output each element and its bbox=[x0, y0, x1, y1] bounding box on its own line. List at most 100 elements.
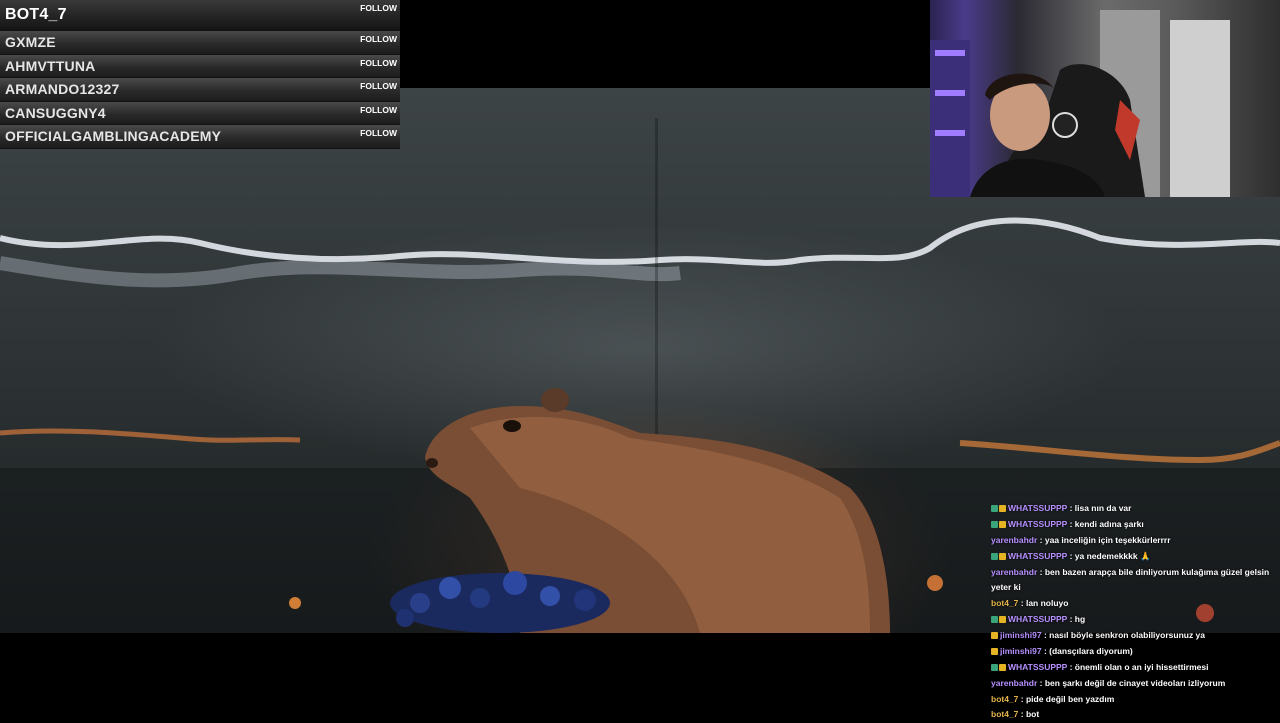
chat-message: WHATSSUPPP : ya nedemekkkk 🙏 bbox=[991, 549, 1276, 565]
chat-text: pide değil ben yazdım bbox=[1025, 693, 1115, 704]
follower-row: BOT4_7 FOLLOW bbox=[0, 0, 400, 31]
follow-button[interactable]: FOLLOW bbox=[360, 34, 397, 44]
chat-separator: : bbox=[1018, 598, 1026, 609]
chat-separator: : bbox=[1037, 566, 1045, 577]
follower-row: AHMVTTUNA FOLLOW bbox=[0, 54, 400, 78]
chat-username[interactable]: yarenbahdr bbox=[991, 678, 1037, 688]
follower-name: CANSUGGNY4 bbox=[5, 104, 106, 121]
chat-username[interactable]: jiminshi97 bbox=[1000, 630, 1042, 640]
chat-message: WHATSSUPPP : hg bbox=[991, 612, 1276, 628]
chat-badges bbox=[991, 628, 999, 644]
chat-username[interactable]: WHATSSUPPP bbox=[1008, 503, 1067, 513]
light-streak-orange-right bbox=[959, 440, 1280, 464]
chat-badges bbox=[991, 549, 1007, 565]
spark bbox=[289, 597, 301, 609]
chat-separator: : bbox=[1018, 709, 1026, 720]
chat-separator: : bbox=[1067, 503, 1075, 514]
chat-badges bbox=[991, 660, 1007, 676]
chat-separator: : bbox=[1018, 693, 1026, 704]
crown-badge-icon bbox=[999, 552, 1006, 560]
crown-badge-icon bbox=[991, 632, 998, 640]
chat-message: bot4_7 : pide değil ben yazdım bbox=[991, 692, 1276, 708]
moderator-badge-icon bbox=[991, 521, 998, 529]
light-streak-glow bbox=[0, 256, 681, 288]
chat-username[interactable]: WHATSSUPPP bbox=[1008, 614, 1067, 624]
light-streak-top bbox=[0, 217, 1280, 266]
chat-text: ben şarkı değil de cinayet videoları izl… bbox=[1044, 677, 1226, 688]
chat-username[interactable]: WHATSSUPPP bbox=[1008, 662, 1067, 672]
chat-separator: : bbox=[1037, 677, 1045, 688]
chat-text: yaa inceliğin için teşekkürlerrrr bbox=[1044, 534, 1171, 545]
wall-divider bbox=[655, 118, 658, 478]
chat-username[interactable]: WHATSSUPPP bbox=[1008, 519, 1067, 529]
chat-separator: : bbox=[1067, 550, 1075, 561]
chat-username[interactable]: jiminshi97 bbox=[1000, 646, 1042, 656]
spark bbox=[927, 575, 943, 591]
follower-row: CANSUGGNY4 FOLLOW bbox=[0, 101, 400, 125]
chat-message: WHATSSUPPP : kendi adına şarkı bbox=[991, 517, 1276, 533]
cabinet bbox=[1170, 20, 1230, 197]
chat-username[interactable]: yarenbahdr bbox=[991, 567, 1037, 577]
chat-text: lan noluyo bbox=[1025, 598, 1069, 609]
chat-username[interactable]: bot4_7 bbox=[991, 598, 1018, 608]
crown-badge-icon bbox=[999, 505, 1006, 513]
follower-list: BOT4_7 FOLLOW GXMZE FOLLOW AHMVTTUNA FOL… bbox=[0, 0, 400, 149]
chat-username[interactable]: bot4_7 bbox=[991, 709, 1018, 719]
chat-username[interactable]: yarenbahdr bbox=[991, 535, 1037, 545]
chat-message: yarenbahdr : ben bazen arapça bile dinli… bbox=[991, 565, 1276, 597]
chat-separator: : bbox=[1067, 614, 1075, 625]
follow-button[interactable]: FOLLOW bbox=[360, 128, 397, 138]
chat-text: bot bbox=[1025, 709, 1040, 720]
chat-text: kendi adına şarkı bbox=[1074, 519, 1144, 530]
shelf-light bbox=[935, 90, 965, 96]
follower-row: OFFICIALGAMBLINGACADEMY FOLLOW bbox=[0, 125, 400, 149]
webcam-scene bbox=[930, 10, 1230, 197]
chat-badges bbox=[991, 501, 1007, 517]
webcam-feed bbox=[930, 0, 1280, 197]
follower-name: ARMANDO12327 bbox=[5, 81, 120, 97]
moderator-badge-icon bbox=[991, 664, 998, 672]
chat-text: önemli olan o an iyi hissettirmesi bbox=[1074, 662, 1209, 673]
shelf bbox=[930, 40, 970, 197]
follower-name: BOT4_7 bbox=[5, 6, 67, 23]
chat-message: jiminshi97 : nasıl böyle senkron olabili… bbox=[991, 628, 1276, 644]
chat-separator: : bbox=[1067, 519, 1075, 530]
chat-message: jiminshi97 : (dansçılara diyorum) bbox=[991, 644, 1276, 660]
chat-username[interactable]: bot4_7 bbox=[991, 694, 1018, 704]
follow-button[interactable]: FOLLOW bbox=[360, 58, 397, 68]
chat-text: ya nedemekkkk 🙏 bbox=[1074, 550, 1151, 561]
chat-message: bot4_7 : lan noluyo bbox=[991, 596, 1276, 612]
follow-button[interactable]: FOLLOW bbox=[360, 3, 397, 13]
moderator-badge-icon bbox=[991, 616, 998, 624]
chat-username[interactable]: WHATSSUPPP bbox=[1008, 551, 1067, 561]
crown-badge-icon bbox=[999, 616, 1006, 624]
chat-text: (dansçılara diyorum) bbox=[1049, 646, 1133, 657]
chat-message: bot4_7 : bot bbox=[991, 707, 1276, 723]
chat-overlay: WHATSSUPPP : lisa nın da var WHATSSUPPP :… bbox=[991, 501, 1276, 723]
chat-message: yarenbahdr : yaa inceliğin için teşekkür… bbox=[991, 533, 1276, 549]
follower-name: GXMZE bbox=[5, 34, 56, 50]
crown-badge-icon bbox=[999, 521, 1006, 529]
follower-row: GXMZE FOLLOW bbox=[0, 31, 400, 55]
shelf-light bbox=[935, 50, 965, 56]
follow-button[interactable]: FOLLOW bbox=[360, 105, 397, 115]
chat-badges bbox=[991, 644, 999, 660]
follower-name: AHMVTTUNA bbox=[5, 57, 96, 74]
chat-badges bbox=[991, 612, 1007, 628]
chat-message: yarenbahdr : ben şarkı değil de cinayet … bbox=[991, 676, 1276, 692]
crown-badge-icon bbox=[999, 664, 1006, 672]
follow-button[interactable]: FOLLOW bbox=[360, 81, 397, 91]
chat-message: WHATSSUPPP : lisa nın da var bbox=[991, 501, 1276, 517]
chat-text: hg bbox=[1074, 614, 1086, 625]
moderator-badge-icon bbox=[991, 552, 998, 560]
follower-row: ARMANDO12327 FOLLOW bbox=[0, 78, 400, 102]
chat-badges bbox=[991, 517, 1007, 533]
chat-text: nasıl böyle senkron olabiliyorsunuz ya bbox=[1049, 630, 1206, 641]
follower-name: OFFICIALGAMBLINGACADEMY bbox=[5, 128, 222, 144]
moderator-badge-icon bbox=[991, 505, 998, 513]
chat-separator: : bbox=[1041, 646, 1050, 657]
light-streak-orange-left bbox=[0, 428, 301, 443]
crown-badge-icon bbox=[991, 648, 998, 656]
headphones-icon bbox=[1052, 112, 1078, 138]
chat-message: WHATSSUPPP : önemli olan o an iyi hisset… bbox=[991, 660, 1276, 676]
